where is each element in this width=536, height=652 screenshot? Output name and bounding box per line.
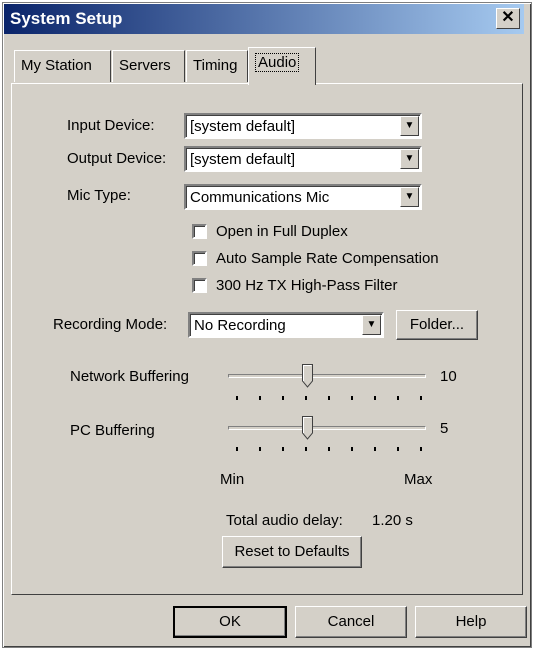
cancel-button[interactable]: Cancel: [295, 606, 407, 638]
audio-tab-panel: [11, 83, 523, 595]
tab-servers[interactable]: Servers: [112, 50, 185, 82]
tab-label: Timing: [193, 57, 238, 74]
tab-label: Servers: [119, 57, 171, 74]
ok-button[interactable]: OK: [173, 606, 287, 638]
tab-timing[interactable]: Timing: [186, 50, 248, 82]
tab-label: Audio: [255, 53, 300, 72]
close-icon[interactable]: ✕: [496, 8, 520, 29]
title-bar[interactable]: System Setup ✕: [4, 4, 524, 34]
window-title: System Setup: [10, 9, 123, 28]
tab-audio[interactable]: Audio: [248, 47, 316, 85]
tab-label: My Station: [21, 57, 92, 74]
help-button[interactable]: Help: [415, 606, 527, 638]
tab-my-station[interactable]: My Station: [14, 50, 111, 82]
